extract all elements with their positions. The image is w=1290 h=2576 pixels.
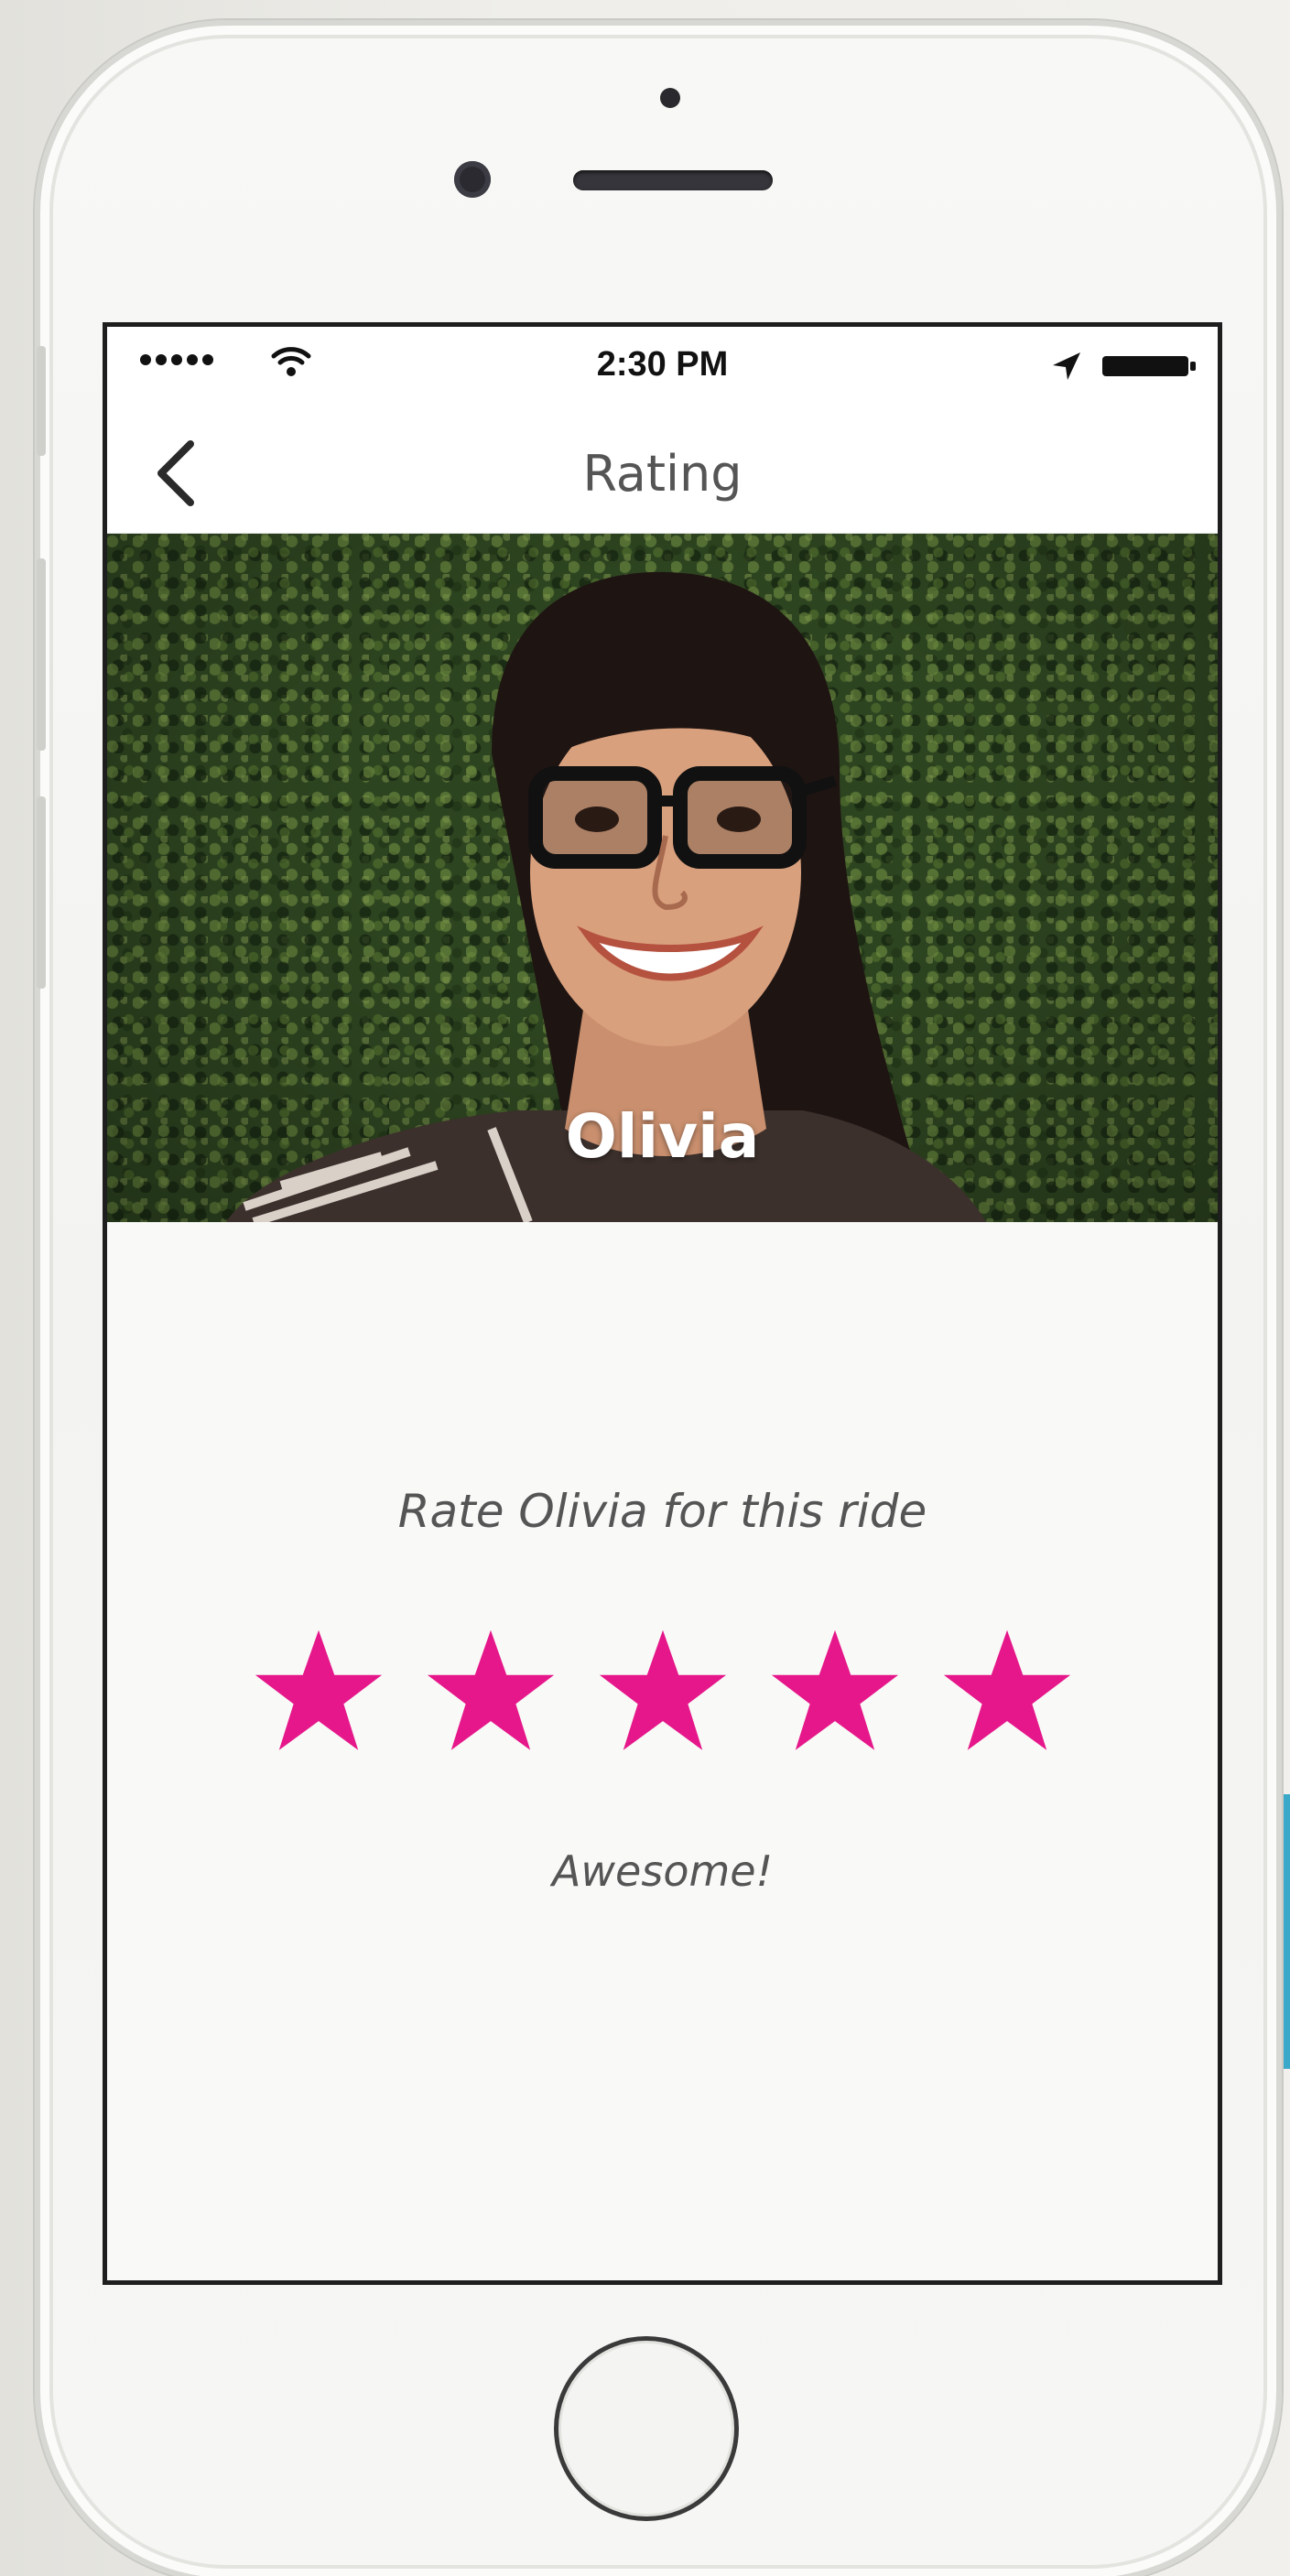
rating-label: Awesome! — [551, 1846, 774, 1896]
driver-photo: Olivia — [107, 534, 1218, 1222]
home-button[interactable] — [554, 2336, 739, 2521]
navigation-bar: Rating — [107, 414, 1218, 535]
star-4-icon[interactable] — [769, 1627, 901, 1755]
photo-backdrop: 2:30 PM Rating Olivia Rate Olivia for th… — [0, 0, 1290, 2576]
phone-screen: 2:30 PM Rating Olivia Rate Olivia for th… — [103, 322, 1222, 2285]
location-arrow-icon — [1053, 352, 1080, 380]
volume-up-button — [37, 558, 46, 751]
star-5-icon[interactable] — [941, 1627, 1073, 1755]
proximity-sensor — [660, 88, 680, 108]
chevron-left-icon — [157, 440, 194, 506]
driver-name: Olivia — [565, 1101, 760, 1172]
star-rating — [107, 1627, 1218, 1755]
battery-icon — [1102, 356, 1196, 376]
status-bar: 2:30 PM — [107, 327, 1218, 414]
star-3-icon[interactable] — [597, 1627, 729, 1755]
mute-switch — [37, 346, 46, 456]
star-2-icon[interactable] — [425, 1627, 557, 1755]
page-title: Rating — [582, 445, 743, 503]
back-button[interactable] — [135, 432, 217, 514]
star-1-icon[interactable] — [253, 1627, 385, 1755]
rating-prompt: Rate Olivia for this ride — [397, 1485, 927, 1538]
front-camera — [454, 161, 491, 198]
volume-down-button — [37, 796, 46, 989]
earpiece-speaker — [573, 170, 773, 190]
